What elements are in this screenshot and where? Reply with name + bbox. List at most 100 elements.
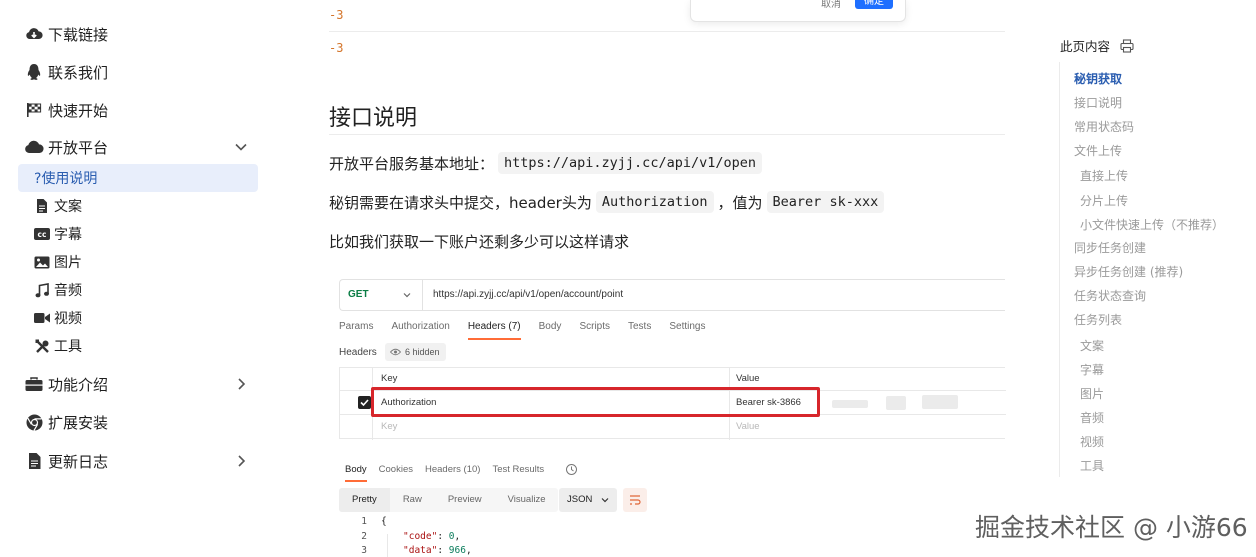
chevron-right-icon[interactable] [234, 377, 248, 391]
print-icon[interactable] [1120, 38, 1134, 53]
toc-item[interactable]: 常用状态码 [1074, 118, 1134, 135]
svg-text:cc: cc [38, 230, 47, 239]
tab-authorization: Authorization [391, 321, 450, 332]
cancel-button[interactable]: 取消 [811, 0, 851, 10]
json-key: "code" [403, 531, 438, 542]
sidebar-subitem-copy[interactable]: 文案 [34, 193, 82, 219]
toolbox-icon [24, 374, 44, 394]
sidebar-item-label: 扩展安装 [48, 413, 109, 432]
video-icon [34, 310, 50, 326]
sidebar-subitem-tools[interactable]: 工具 [34, 333, 82, 359]
auth-paragraph: 秘钥需要在请求头中提交，header头为 Authorization ，值为 B… [329, 191, 888, 213]
pretty-button: Pretty [339, 488, 390, 512]
format-toolbar: Pretty Raw Preview Visualize [339, 488, 559, 512]
toc-subitem[interactable]: 文案 [1080, 337, 1104, 354]
format-select: JSON [559, 488, 617, 512]
toc-subitem[interactable]: 图片 [1080, 385, 1104, 402]
cloud-download-icon [24, 24, 44, 44]
toc-item-key[interactable]: 秘钥获取 [1074, 70, 1122, 87]
blurred-region [886, 396, 906, 410]
toc-subitem[interactable]: 视频 [1080, 433, 1104, 450]
tab-scripts: Scripts [579, 321, 610, 332]
confirm-dialog: 取消 确定 [690, 0, 906, 22]
sidebar-item-changelog[interactable]: 更新日志 [24, 446, 254, 476]
json-key: "data" [403, 545, 438, 556]
chevron-down-icon [601, 498, 609, 503]
cloud-icon [24, 137, 44, 157]
toc-item[interactable]: 同步任务创建 [1074, 239, 1146, 256]
response-tabs: Body Cookies Headers (10) Test Results [345, 464, 556, 482]
checkbox-checked [358, 396, 371, 409]
header-value-code: Bearer sk-xxx [766, 191, 885, 213]
sidebar-subitem-label: 文案 [54, 199, 82, 215]
request-tabs: Params Authorization Headers (7) Body Sc… [339, 321, 723, 341]
qq-penguin-icon [24, 62, 44, 82]
tab-response-body: Body [345, 464, 367, 482]
sidebar-item-label: 功能介绍 [48, 375, 109, 394]
sidebar-item-contact[interactable]: 联系我们 [24, 57, 108, 87]
hidden-headers-badge: 6 hidden [385, 343, 446, 361]
toc-subitem[interactable]: 工具 [1080, 457, 1104, 474]
toc-item[interactable]: 接口说明 [1074, 94, 1122, 111]
tab-tests: Tests [628, 321, 652, 332]
sidebar-subitem-subtitle[interactable]: cc 字幕 [34, 221, 82, 247]
code-value: -3 [329, 41, 344, 55]
http-method: GET [348, 289, 369, 300]
divider [422, 280, 423, 310]
sidebar-item-label: 开放平台 [48, 138, 109, 157]
tab-body: Body [538, 321, 562, 332]
blurred-region [922, 395, 958, 409]
headers-label: Headers [339, 347, 377, 358]
chevron-down-icon[interactable] [234, 140, 248, 154]
confirm-button[interactable]: 确定 [855, 0, 893, 9]
toc-item[interactable]: 任务列表 [1074, 311, 1122, 328]
sidebar-item-open-platform[interactable]: 开放平台 [24, 132, 254, 162]
code-line: "code": 0, [403, 531, 461, 542]
history-icon [566, 464, 577, 475]
toc-subitem[interactable]: 音频 [1080, 409, 1104, 426]
toc-item[interactable]: 文件上传 [1074, 142, 1122, 159]
sidebar-subitem-label-active: ?使用说明 [34, 171, 98, 187]
column-header-value: Value [736, 373, 760, 384]
sidebar-subitem-label: 音频 [54, 283, 82, 299]
toc-subitem[interactable]: 直接上传 [1080, 167, 1128, 184]
tab-test-results: Test Results [492, 464, 545, 475]
checkered-flag-icon [24, 100, 44, 120]
paragraph-text: 开放平台服务基本地址： [329, 154, 495, 173]
visualize-button: Visualize [507, 494, 546, 505]
music-icon [34, 282, 50, 298]
toc-subitem[interactable]: 字幕 [1080, 361, 1104, 378]
toc-header: 此页内容 [1060, 36, 1134, 55]
toc-title: 此页内容 [1060, 39, 1111, 54]
request-url-bar: GET https://api.zyjj.cc/api/v1/open/acco… [339, 279, 1005, 311]
sidebar-subitem-usage[interactable]: ?使用说明 [18, 164, 258, 192]
hidden-count: 6 hidden [405, 347, 440, 357]
toc-item[interactable]: 任务状态查询 [1074, 287, 1146, 304]
toc-subitem[interactable]: 分片上传 [1080, 192, 1128, 209]
sidebar-subitem-image[interactable]: 图片 [34, 249, 82, 275]
sidebar-item-label: 下载链接 [48, 25, 109, 44]
postman-screenshot: GET https://api.zyjj.cc/api/v1/open/acco… [339, 276, 1006, 557]
tab-params: Params [339, 321, 374, 332]
sidebar-subitem-audio[interactable]: 音频 [34, 277, 82, 303]
line-number: 1 [361, 516, 367, 527]
tab-settings: Settings [669, 321, 706, 332]
raw-button: Raw [402, 494, 422, 505]
sidebar-item-extension[interactable]: 扩展安装 [24, 407, 108, 437]
divider [329, 31, 1005, 32]
tools-icon [34, 338, 50, 354]
sidebar-subitem-video[interactable]: 视频 [34, 305, 82, 331]
sidebar-item-download[interactable]: 下载链接 [24, 19, 108, 49]
sidebar-item-features[interactable]: 功能介绍 [24, 369, 254, 399]
toc-item[interactable]: 异步任务创建 (推荐) [1074, 263, 1183, 280]
chevron-down-icon [403, 293, 411, 298]
sidebar-item-label: 更新日志 [48, 452, 109, 471]
toc-subitem[interactable]: 小文件快速上传（不推荐） [1080, 216, 1224, 233]
wrap-icon [630, 495, 641, 505]
chevron-right-icon[interactable] [234, 454, 248, 468]
sidebar-subitem-label: 图片 [54, 255, 82, 271]
wrap-lines-button [623, 488, 647, 512]
paragraph-text: 秘钥需要在请求头中提交，header头为 [329, 193, 592, 212]
sidebar-item-quickstart[interactable]: 快速开始 [24, 95, 108, 125]
sidebar-item-label: 快速开始 [48, 101, 109, 120]
